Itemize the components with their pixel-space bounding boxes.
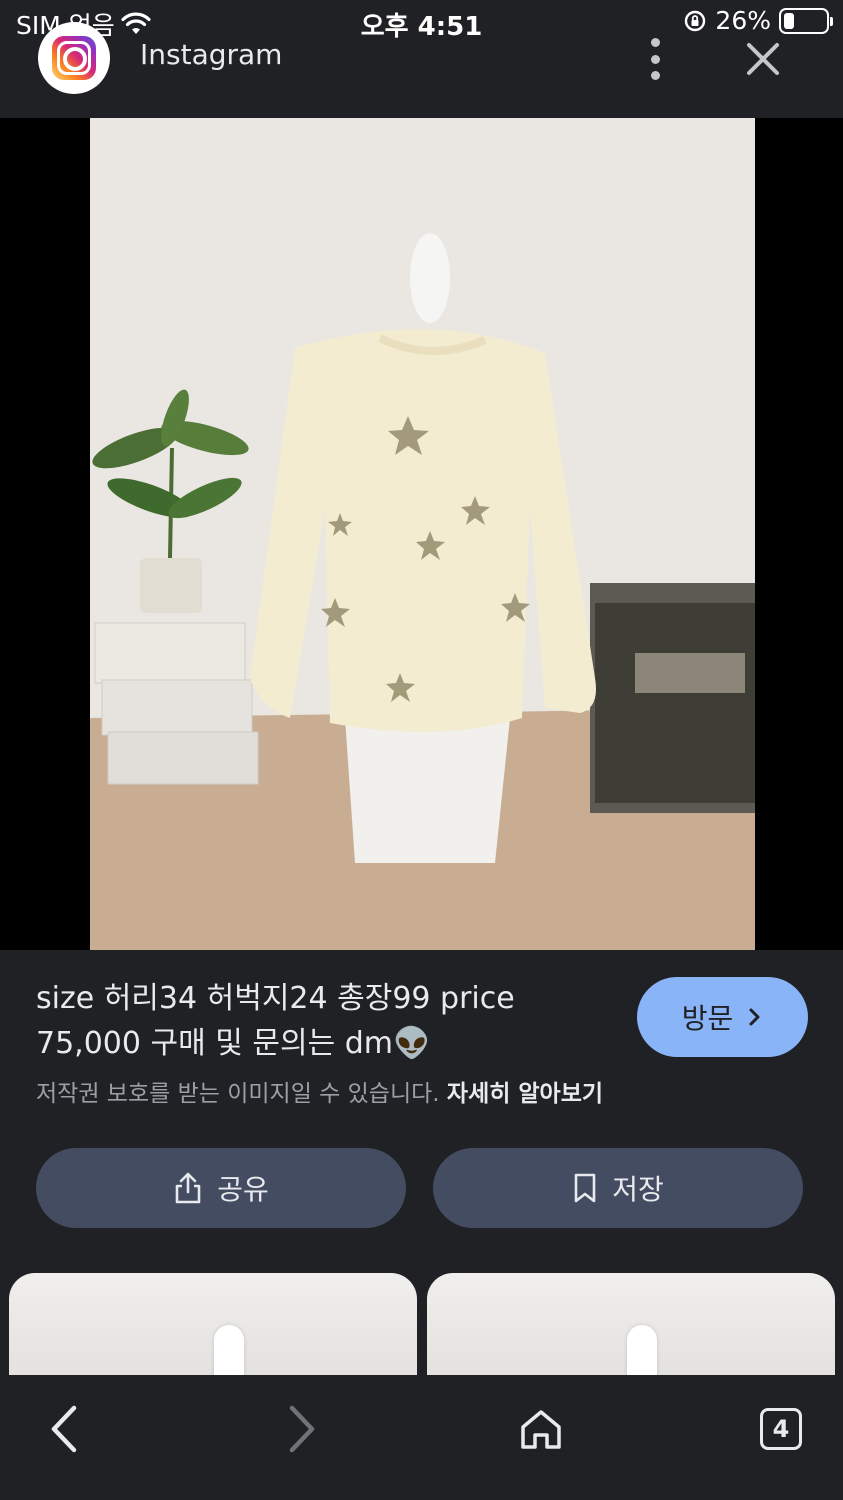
- back-button[interactable]: [32, 1397, 96, 1461]
- tab-count: 4: [772, 1415, 790, 1443]
- source-title[interactable]: Instagram: [140, 38, 282, 71]
- bottom-navigation: 4: [0, 1375, 843, 1500]
- save-label: 저장: [612, 1173, 664, 1206]
- back-arrow-icon: [51, 1405, 77, 1453]
- save-button[interactable]: 저장: [433, 1148, 803, 1228]
- bookmark-icon: [574, 1173, 596, 1203]
- tabs-count-icon: 4: [760, 1408, 802, 1450]
- more-dot: [650, 71, 660, 80]
- copyright-notice: 저작권 보호를 받는 이미지일 수 있습니다. 자세히 알아보기: [36, 1074, 603, 1108]
- caption-line-2: 75,000 구매 및 문의는 dm👽: [36, 1026, 431, 1061]
- image-viewer: [0, 118, 843, 950]
- visit-label: 방문: [681, 1002, 734, 1035]
- home-icon: [521, 1410, 561, 1449]
- related-image[interactable]: [9, 1273, 417, 1375]
- image-caption[interactable]: size 허리34 허벅지24 총장99 price 75,000 구매 및 문…: [36, 976, 626, 1066]
- more-dot: [650, 38, 660, 47]
- forward-button[interactable]: [270, 1397, 334, 1461]
- product-photo[interactable]: [90, 118, 755, 950]
- copyright-text: 저작권 보호를 받는 이미지일 수 있습니다.: [36, 1081, 440, 1107]
- related-image[interactable]: [427, 1273, 835, 1375]
- instagram-glyph: [52, 36, 96, 80]
- visit-button[interactable]: 방문: [637, 977, 808, 1057]
- share-icon: [175, 1172, 201, 1204]
- more-dot: [650, 54, 660, 64]
- learn-more-link[interactable]: 자세히 알아보기: [447, 1081, 603, 1107]
- share-label: 공유: [217, 1173, 269, 1206]
- forward-arrow-icon: [289, 1405, 315, 1453]
- instagram-logo-icon[interactable]: [38, 22, 110, 94]
- close-icon[interactable]: [742, 38, 784, 80]
- caption-line-1: size 허리34 허벅지24 총장99 price: [36, 981, 515, 1016]
- more-options-button[interactable]: [640, 38, 670, 80]
- tabs-button[interactable]: 4: [749, 1397, 813, 1461]
- sweater-illustration: [90, 118, 755, 950]
- app-header: Instagram: [0, 0, 843, 118]
- home-button[interactable]: [509, 1397, 573, 1461]
- related-thumbnail-shape: [214, 1325, 244, 1375]
- related-thumbnail-shape: [627, 1325, 657, 1375]
- chevron-right-icon: [749, 1008, 760, 1026]
- share-button[interactable]: 공유: [36, 1148, 406, 1228]
